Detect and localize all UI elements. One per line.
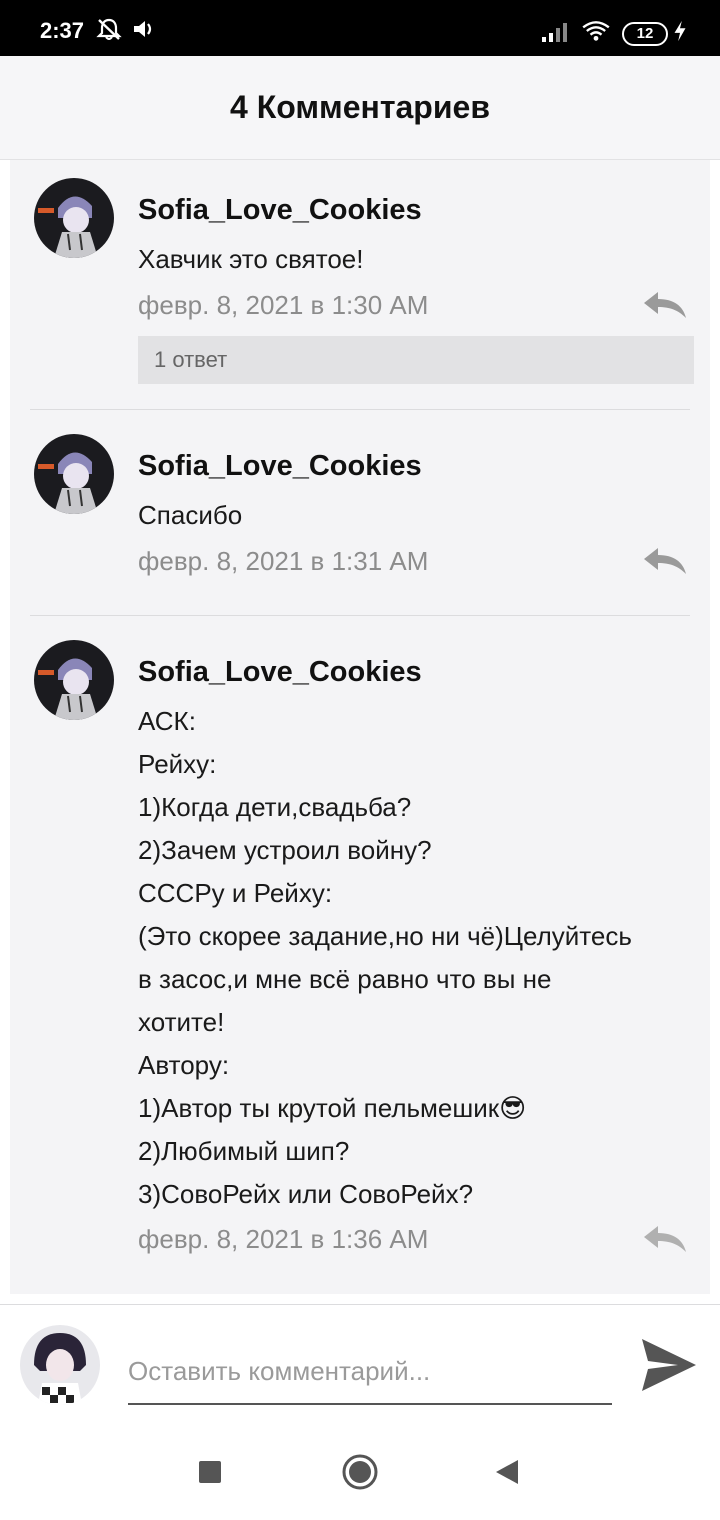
signal-icon xyxy=(542,23,567,42)
replies-button[interactable]: 1 ответ xyxy=(138,336,694,384)
home-icon[interactable] xyxy=(340,1452,380,1492)
comment-username[interactable]: Sofia_Love_Cookies xyxy=(138,656,422,689)
comment-text: Спасибо xyxy=(138,500,243,530)
comment-item: Sofia_Love_Cookies Хавчик это святое! фе… xyxy=(10,160,710,410)
comment-text-line: 1)Автор ты крутой пельмешик😎 xyxy=(138,1093,527,1123)
comment-username[interactable]: Sofia_Love_Cookies xyxy=(138,450,422,483)
comment-text-line: в засос,и мне всё равно что вы не xyxy=(138,964,552,994)
comment-text-line: АСК: xyxy=(138,706,196,736)
send-icon[interactable] xyxy=(638,1335,700,1395)
page-title: 4 Комментариев xyxy=(230,89,490,125)
notifications-off-icon xyxy=(96,18,122,40)
avatar[interactable] xyxy=(34,434,114,514)
comment-text-line: 2)Зачем устроил войну? xyxy=(138,835,432,865)
comment-text-line: 2)Любимый шип? xyxy=(138,1136,350,1166)
comment-text: Хавчик это святое! xyxy=(138,244,364,274)
comment-text-line: СССРу и Рейху: xyxy=(138,878,333,908)
comment-input-bar xyxy=(0,1304,720,1424)
reply-icon[interactable] xyxy=(642,1224,688,1254)
comment-list: Sofia_Love_Cookies Хавчик это святое! фе… xyxy=(10,160,710,1294)
status-time: 2:37 xyxy=(40,18,85,43)
comment-text-line: Автору: xyxy=(138,1050,230,1080)
comment-text-line: хотите! xyxy=(138,1007,225,1037)
comment-time: февр. 8, 2021 в 1:36 AM xyxy=(138,1224,429,1254)
avatar-image xyxy=(34,178,114,258)
current-user-avatar xyxy=(20,1325,100,1405)
comment-text-line: Рейху: xyxy=(138,749,217,779)
comment-text-line: (Это скорее задание,но ни чё)Целуйтесь xyxy=(138,921,632,951)
avatar-image xyxy=(34,640,114,720)
system-nav-bar xyxy=(0,1424,720,1520)
recents-icon[interactable] xyxy=(190,1452,230,1492)
comment-username[interactable]: Sofia_Love_Cookies xyxy=(138,194,422,227)
comment-text-line: 3)СовоРейх или СовоРейх? xyxy=(138,1179,474,1209)
comment-text: АСК: Рейху: 1)Когда дети,свадьба? 2)Заче… xyxy=(138,700,694,1216)
avatar-image xyxy=(34,434,114,514)
battery-icon: 12 xyxy=(622,22,668,46)
battery-level: 12 xyxy=(636,25,654,42)
avatar[interactable] xyxy=(34,640,114,720)
charging-icon xyxy=(674,20,686,42)
status-bar: 2:37 12 xyxy=(0,0,720,56)
wifi-icon xyxy=(582,21,610,41)
comment-item: Sofia_Love_Cookies АСК: Рейху: 1)Когда д… xyxy=(10,616,710,1294)
reply-icon[interactable] xyxy=(642,290,688,320)
avatar[interactable] xyxy=(34,178,114,258)
avatar-image xyxy=(20,1325,100,1405)
comment-input[interactable] xyxy=(128,1339,612,1405)
volume-icon xyxy=(134,21,152,37)
comment-time: февр. 8, 2021 в 1:31 AM xyxy=(138,546,429,576)
comment-time: февр. 8, 2021 в 1:30 AM xyxy=(138,290,429,320)
comment-text-line: 1)Когда дети,свадьба? xyxy=(138,792,412,822)
reply-icon[interactable] xyxy=(642,546,688,576)
back-icon[interactable] xyxy=(488,1452,528,1492)
header: 4 Комментариев xyxy=(0,56,720,160)
comment-item: Sofia_Love_Cookies Спасибо февр. 8, 2021… xyxy=(10,410,710,616)
